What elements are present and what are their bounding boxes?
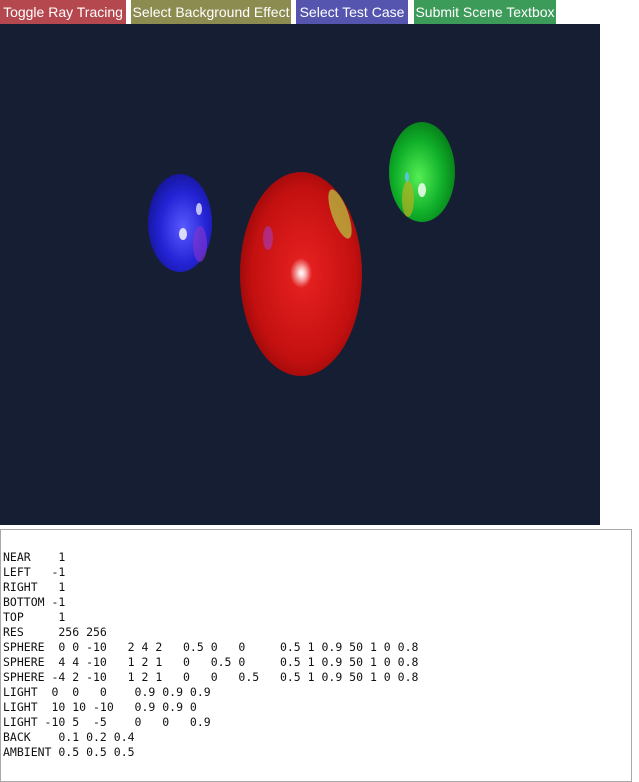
- submit-scene-textbox-button[interactable]: Submit Scene Textbox: [414, 0, 556, 24]
- toolbar: Toggle Ray Tracing Select Background Eff…: [0, 0, 639, 24]
- select-background-effect-button[interactable]: Select Background Effect: [131, 0, 291, 24]
- red-sphere: [240, 172, 362, 376]
- render-viewport: [0, 24, 600, 525]
- select-test-case-button[interactable]: Select Test Case: [296, 0, 408, 24]
- green-sphere: [389, 122, 455, 222]
- render-canvas[interactable]: [0, 24, 600, 525]
- toggle-ray-tracing-button[interactable]: Toggle Ray Tracing: [0, 0, 126, 24]
- blue-sphere: [148, 174, 212, 272]
- scene-textbox[interactable]: NEAR 1 LEFT -1 RIGHT 1 BOTTOM -1 TOP 1 R…: [0, 529, 632, 782]
